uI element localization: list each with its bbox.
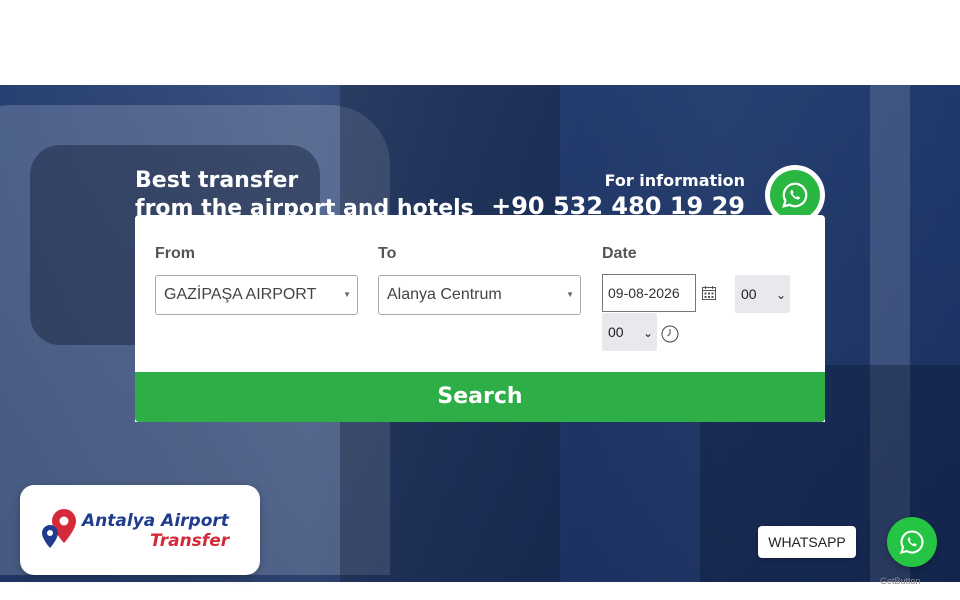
to-label: To bbox=[378, 245, 397, 262]
calendar-icon[interactable] bbox=[701, 285, 717, 301]
whatsapp-chat-label[interactable]: WHATSAPP bbox=[758, 526, 856, 558]
date-label: Date bbox=[602, 245, 637, 262]
getbutton-credit[interactable]: GetButton bbox=[880, 576, 921, 586]
dropdown-arrow-icon: ▼ bbox=[343, 290, 351, 299]
logo-text-line-2: Transfer bbox=[150, 531, 230, 551]
chevron-down-icon: ⌄ bbox=[642, 326, 653, 340]
dropdown-arrow-icon: ▼ bbox=[566, 290, 574, 299]
site-logo[interactable]: Antalya Airport Transfer bbox=[20, 485, 260, 575]
date-input[interactable]: 09-08-2026 bbox=[602, 274, 696, 312]
clock-icon bbox=[661, 325, 679, 343]
from-select-value: GAZİPAŞA AIRPORT bbox=[164, 286, 317, 303]
whatsapp-float-button[interactable] bbox=[887, 517, 937, 567]
contact-info: For information +90 532 480 19 29 bbox=[491, 171, 745, 221]
info-label: For information bbox=[604, 171, 745, 190]
headline-line-1: Best transfer bbox=[135, 168, 299, 193]
location-pin-icon bbox=[42, 509, 76, 548]
page: Best transfer from the airport and hotel… bbox=[0, 0, 960, 600]
hour-select-value: 00 bbox=[741, 286, 757, 302]
whatsapp-icon bbox=[899, 530, 924, 554]
hour-select[interactable]: 00 ⌄ bbox=[735, 275, 790, 313]
from-select[interactable]: GAZİPAŞA AIRPORT ▼ bbox=[155, 275, 358, 315]
search-button[interactable]: Search bbox=[135, 372, 825, 422]
logo-text-line-1: Antalya Airport bbox=[82, 511, 229, 531]
to-select[interactable]: Alanya Centrum ▼ bbox=[378, 275, 581, 315]
to-select-value: Alanya Centrum bbox=[387, 286, 502, 303]
from-label: From bbox=[155, 245, 195, 262]
minute-select[interactable]: 00 ⌄ bbox=[602, 313, 657, 351]
minute-select-value: 00 bbox=[608, 324, 624, 340]
chevron-down-icon: ⌄ bbox=[775, 288, 786, 302]
top-header-bar bbox=[0, 0, 960, 85]
whatsapp-icon bbox=[770, 170, 820, 220]
